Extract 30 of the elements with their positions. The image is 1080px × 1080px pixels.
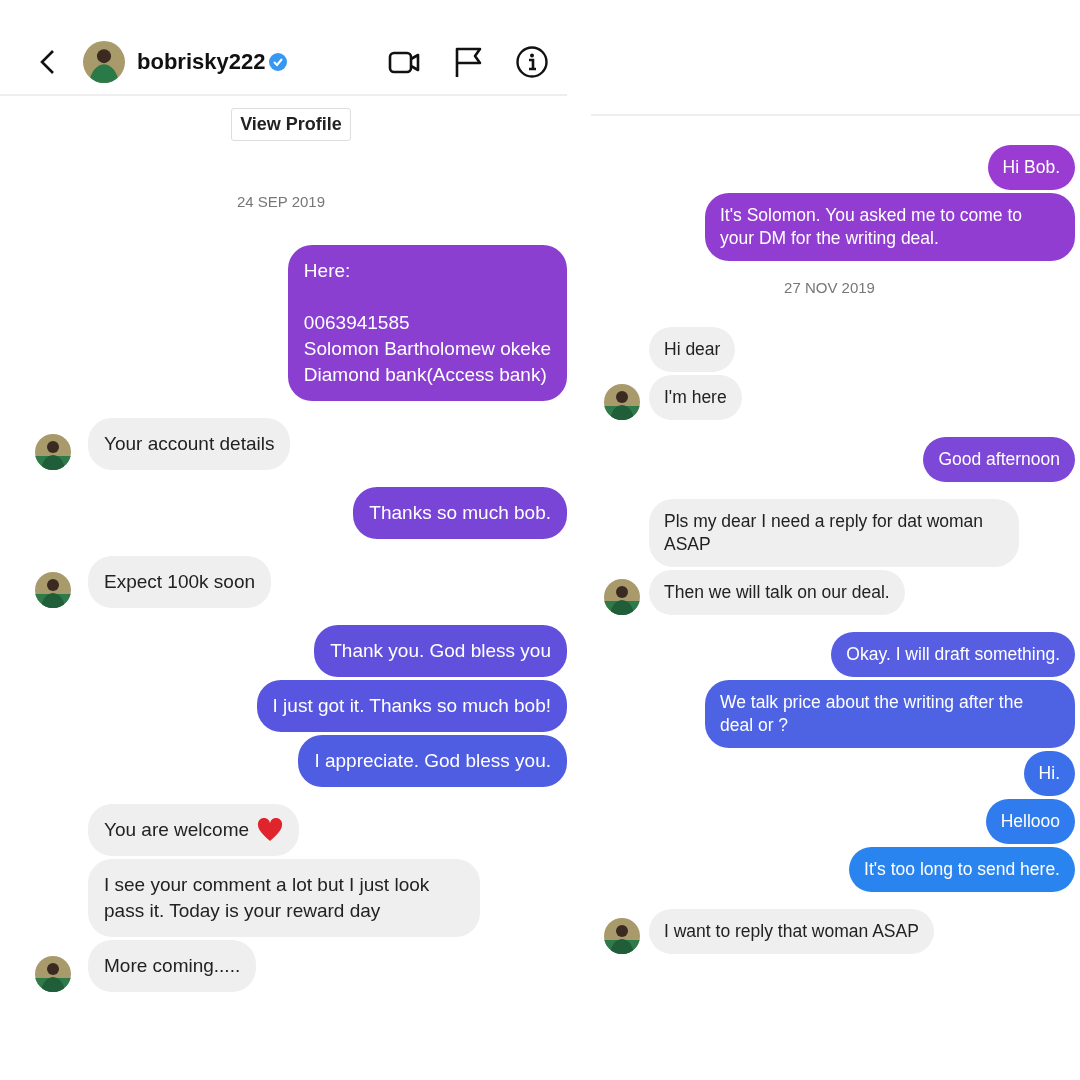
sent-message-bubble: It's too long to send here. bbox=[849, 847, 1075, 892]
sent-message-bubble: It's Solomon. You asked me to come to your DM for the writing deal. bbox=[705, 193, 1075, 261]
username: bobrisky222 bbox=[137, 49, 266, 75]
received-message-bubble: I want to reply that woman ASAP bbox=[649, 909, 934, 954]
heart-icon bbox=[257, 818, 284, 842]
sent-message-bubble: I appreciate. God bless you. bbox=[298, 735, 567, 787]
received-message-bubble: Pls my dear I need a reply for dat woman ASAP bbox=[649, 499, 1019, 567]
sent-message-bubble: Here: 0063941585 Solomon Bartholomew okeke Diamond bank(Access bank) bbox=[287, 245, 567, 401]
sent-message-bubble: Good afternoon bbox=[923, 437, 1075, 482]
sent-message-bubble: Hi Bob. bbox=[987, 145, 1075, 190]
info-icon[interactable] bbox=[515, 45, 549, 79]
sent-message-bubble: Thanks so much bob. bbox=[353, 487, 567, 539]
sent-message-bubble: Thank you. God bless you bbox=[314, 625, 567, 677]
received-message-bubble: Your account details bbox=[88, 418, 291, 470]
sent-message-bubble: Okay. I will draft something. bbox=[831, 632, 1075, 677]
received-message-bubble: Expect 100k soon bbox=[88, 556, 272, 608]
sent-message-bubble: I just got it. Thanks so much bob! bbox=[256, 680, 567, 732]
received-message-bubble: I'm here bbox=[649, 375, 742, 420]
received-message-bubble: You are welcome bbox=[88, 804, 300, 856]
sent-message-bubble: We talk price about the writing after the deal or ? bbox=[705, 680, 1075, 748]
received-message-bubble: I see your comment a lot but I just look pass it. Today is your reward day bbox=[88, 859, 480, 937]
date-label: 24 SEP 2019 bbox=[236, 193, 326, 210]
view-profile-button[interactable]: View Profile bbox=[231, 108, 351, 141]
received-message-bubble: Then we will talk on our deal. bbox=[649, 570, 905, 615]
sent-message-bubble: Hi. bbox=[1023, 751, 1075, 796]
date-label: 27 NOV 2019 bbox=[784, 279, 875, 296]
sent-message-bubble: Hellooo bbox=[985, 799, 1075, 844]
avatar-icon bbox=[83, 41, 125, 83]
received-message-bubble: Hi dear bbox=[649, 327, 736, 372]
received-message-bubble: More coming..... bbox=[88, 940, 257, 992]
